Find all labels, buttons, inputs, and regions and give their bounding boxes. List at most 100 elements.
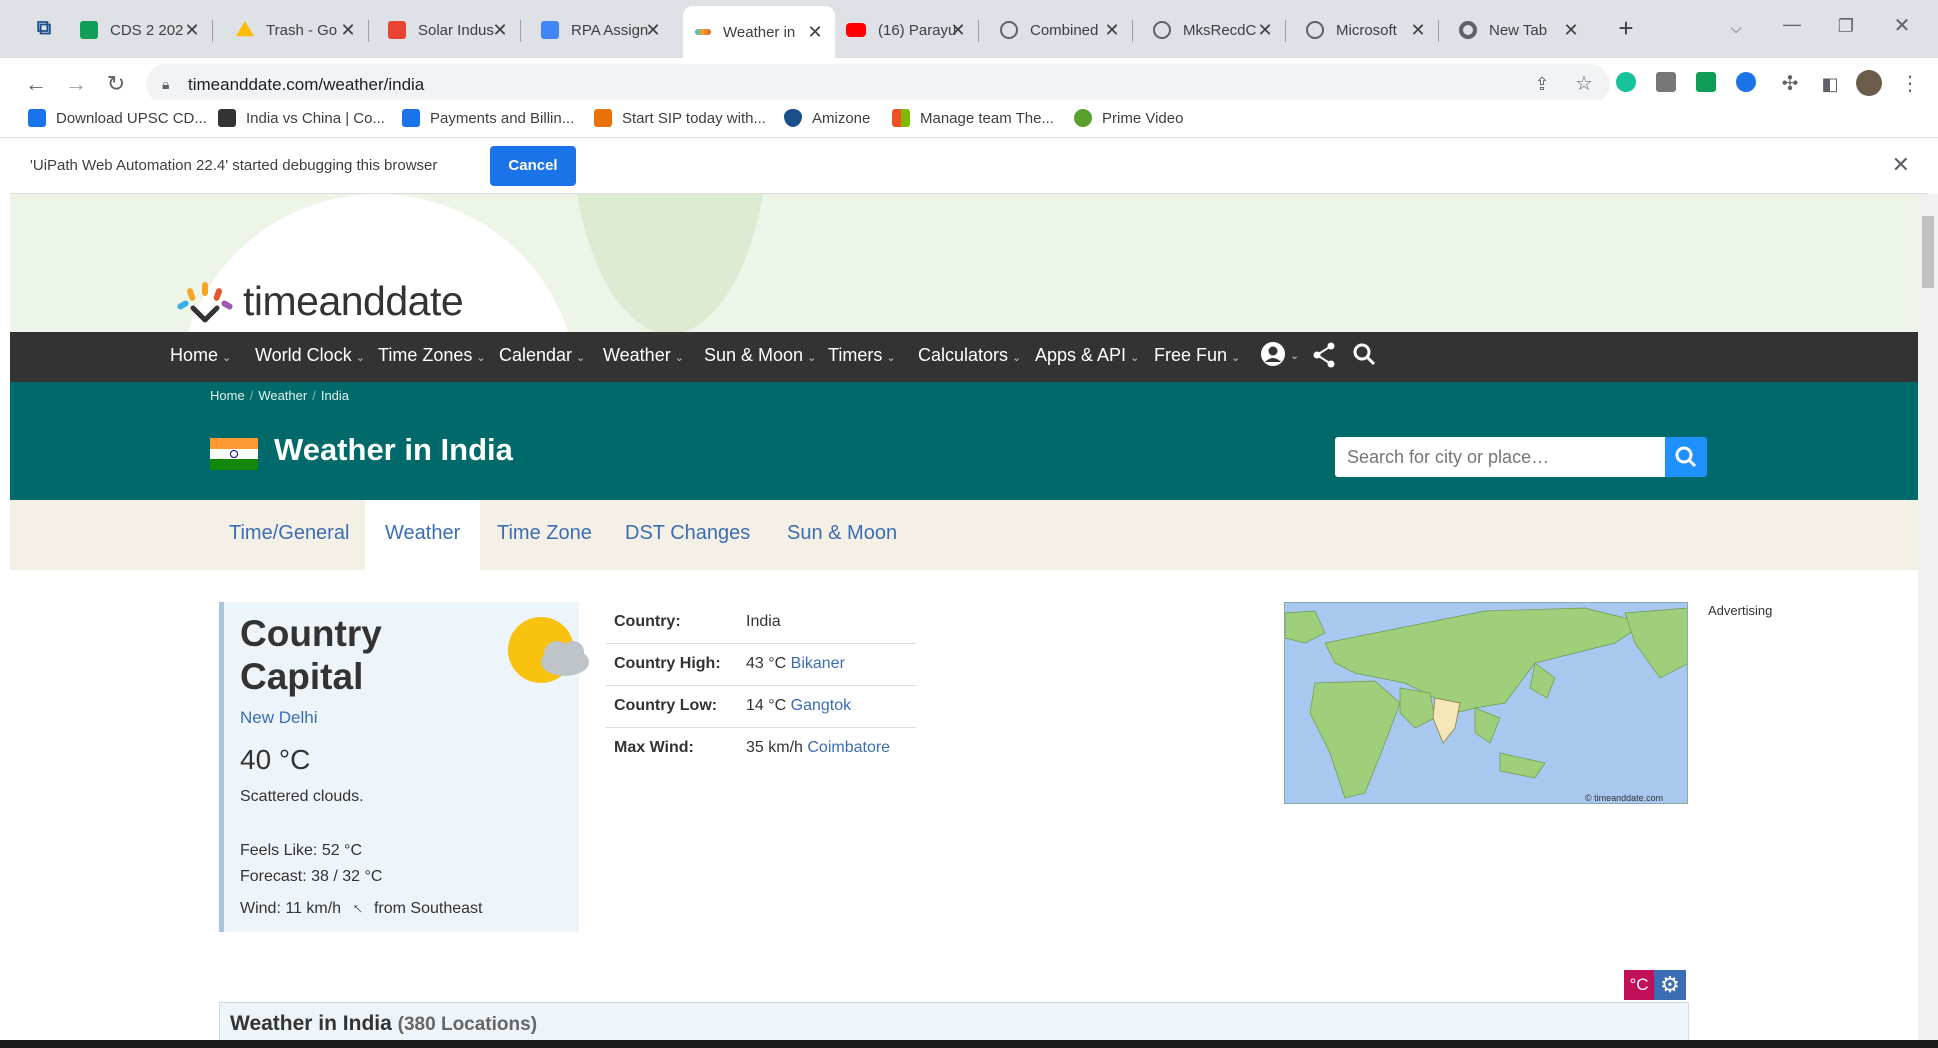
tab-5[interactable]: (16) Parayu ✕ xyxy=(846,10,979,50)
app-menu-icon[interactable]: ⧉ xyxy=(30,16,58,40)
youtube-icon xyxy=(846,23,866,37)
india-flag-icon xyxy=(210,438,258,470)
bookmark-5[interactable]: Manage team The... xyxy=(892,109,1054,127)
close-icon[interactable]: ✕ xyxy=(1892,152,1910,178)
web-page: timeanddate Home ⌄ World Clock ⌄ Time Zone… xyxy=(10,194,1918,1040)
india-map[interactable]: © timeanddate.com xyxy=(1284,602,1688,804)
close-icon[interactable]: ✕ xyxy=(1561,20,1581,40)
breadcrumb-weather[interactable]: Weather xyxy=(258,388,307,403)
bookmarks-bar: Download UPSC CD... India vs China | Co.… xyxy=(0,100,1938,138)
tab-weather[interactable]: Weather xyxy=(365,500,481,570)
nav-weather[interactable]: Weather ⌄ xyxy=(603,345,684,366)
nav-free-fun[interactable]: Free Fun ⌄ xyxy=(1154,345,1240,366)
tab-7[interactable]: MksRecdC ✕ xyxy=(1153,10,1286,50)
url-text[interactable]: timeanddate.com/weather/india xyxy=(188,75,424,95)
close-icon[interactable]: ✕ xyxy=(338,20,358,40)
tab-time-zone[interactable]: Time Zone xyxy=(497,522,592,545)
city-search-input[interactable] xyxy=(1335,437,1665,477)
info-row-high: Country High: 43 °C Bikaner xyxy=(606,644,916,686)
capital-city-link[interactable]: New Delhi xyxy=(240,708,317,728)
nav-world-clock[interactable]: World Clock ⌄ xyxy=(255,345,365,366)
tab-time-general[interactable]: Time/General xyxy=(229,522,349,545)
locations-table-header: Weather in India (380 Locations) xyxy=(219,1002,1689,1040)
settings-gear-icon[interactable]: ⚙ xyxy=(1654,970,1686,1000)
site-logo[interactable]: timeanddate xyxy=(175,278,464,325)
grammarly-icon[interactable] xyxy=(1616,72,1636,92)
nav-calculators[interactable]: Calculators ⌄ xyxy=(918,345,1021,366)
close-window-button[interactable]: ✕ xyxy=(1888,14,1916,38)
city-link-coimbatore[interactable]: Coimbatore xyxy=(807,739,890,756)
list-title: Weather in India (380 Locations) xyxy=(230,1012,538,1035)
chrome-menu-icon[interactable]: ⋮ xyxy=(1896,72,1924,96)
close-icon[interactable]: ✕ xyxy=(182,20,202,40)
tab-8[interactable]: Microsoft ✕ xyxy=(1306,10,1439,50)
bookmark-4[interactable]: Amizone xyxy=(784,109,870,127)
tab-2[interactable]: Solar Indus ✕ xyxy=(388,10,521,50)
cancel-debug-button[interactable]: Cancel xyxy=(490,146,576,186)
side-panel-icon[interactable]: ◧ xyxy=(1816,72,1844,96)
city-link-gangtok[interactable]: Gangtok xyxy=(791,697,851,714)
bookmark-1[interactable]: India vs China | Co... xyxy=(218,109,385,127)
nav-sun-moon[interactable]: Sun & Moon ⌄ xyxy=(704,345,816,366)
minimize-button[interactable]: — xyxy=(1778,12,1806,36)
bookmark-6[interactable]: Prime Video xyxy=(1074,109,1183,127)
extension-tb-icon[interactable] xyxy=(1656,72,1676,92)
info-row-country: Country: India xyxy=(606,602,916,644)
extension-blue-icon[interactable] xyxy=(1736,72,1756,92)
restore-button[interactable]: ❐ xyxy=(1832,14,1860,38)
breadcrumb-india[interactable]: India xyxy=(321,388,349,403)
nav-home[interactable]: Home ⌄ xyxy=(170,345,231,366)
current-temperature: 40 °C xyxy=(240,744,311,775)
info-key: Country: xyxy=(614,613,681,630)
extension-green-icon[interactable] xyxy=(1696,72,1716,92)
page-scrollbar[interactable] xyxy=(1918,194,1938,1040)
share-icon[interactable] xyxy=(1312,342,1336,373)
celsius-toggle[interactable]: °C xyxy=(1624,970,1654,1000)
bookmark-star-icon[interactable]: ☆ xyxy=(1570,72,1598,96)
search-icon xyxy=(1675,446,1697,468)
profile-avatar[interactable] xyxy=(1856,70,1882,96)
tab-9[interactable]: New Tab ✕ xyxy=(1459,10,1591,50)
forward-icon[interactable]: → xyxy=(62,72,90,96)
search-button[interactable] xyxy=(1665,437,1707,477)
tab-0[interactable]: CDS 2 202 ✕ xyxy=(80,10,213,50)
nav-apps-api[interactable]: Apps & API ⌄ xyxy=(1035,345,1139,366)
info-row-wind: Max Wind: 35 km/h Coimbatore xyxy=(606,728,916,770)
scrollbar-thumb[interactable] xyxy=(1922,216,1934,288)
nav-calendar[interactable]: Calendar ⌄ xyxy=(499,345,585,366)
bookmark-0[interactable]: Download UPSC CD... xyxy=(28,109,207,127)
close-icon[interactable]: ✕ xyxy=(1102,20,1122,40)
tab-dst-changes[interactable]: DST Changes xyxy=(625,522,750,545)
breadcrumb-home[interactable]: Home xyxy=(210,388,245,403)
close-icon[interactable]: ✕ xyxy=(805,22,825,42)
reload-icon[interactable]: ↻ xyxy=(102,72,130,96)
address-bar[interactable]: 🔒︎ timeanddate.com/weather/india ⇪ ☆ xyxy=(146,64,1610,104)
nav-time-zones[interactable]: Time Zones ⌄ xyxy=(378,345,486,366)
extensions-puzzle-icon[interactable]: ✣ xyxy=(1776,72,1804,96)
back-icon[interactable]: ← xyxy=(22,72,50,96)
tab-4-active[interactable]: Weather in ✕ xyxy=(683,6,835,58)
nav-label: World Clock xyxy=(255,345,352,365)
close-icon[interactable]: ✕ xyxy=(1408,20,1428,40)
share-icon[interactable]: ⇪ xyxy=(1528,72,1556,96)
bookmark-2[interactable]: Payments and Billin... xyxy=(402,109,574,127)
bookmark-3[interactable]: Start SIP today with... xyxy=(594,109,766,127)
search-icon[interactable] xyxy=(1352,342,1376,371)
tab-sun-moon[interactable]: Sun & Moon xyxy=(787,522,897,545)
close-icon[interactable]: ✕ xyxy=(948,20,968,40)
tab-3[interactable]: RPA Assign ✕ xyxy=(541,10,673,50)
lock-icon[interactable]: 🔒︎ xyxy=(162,76,169,93)
nav-label: Time Zones xyxy=(378,345,473,365)
city-link-bikaner[interactable]: Bikaner xyxy=(791,655,845,672)
tab-6[interactable]: Combined ✕ xyxy=(1000,10,1133,50)
info-key: Country High: xyxy=(614,655,721,672)
close-icon[interactable]: ✕ xyxy=(1255,20,1275,40)
new-tab-button[interactable]: + xyxy=(1612,15,1640,41)
nav-timers[interactable]: Timers ⌄ xyxy=(828,345,896,366)
close-icon[interactable]: ✕ xyxy=(643,20,663,40)
account-icon[interactable]: ⌄ xyxy=(1260,341,1299,372)
close-icon[interactable]: ✕ xyxy=(490,20,510,40)
tab-1[interactable]: Trash - Go ✕ xyxy=(236,10,369,50)
chevron-down-icon: ⌄ xyxy=(222,352,232,364)
tab-search-icon[interactable]: ⌵ xyxy=(1722,16,1750,40)
